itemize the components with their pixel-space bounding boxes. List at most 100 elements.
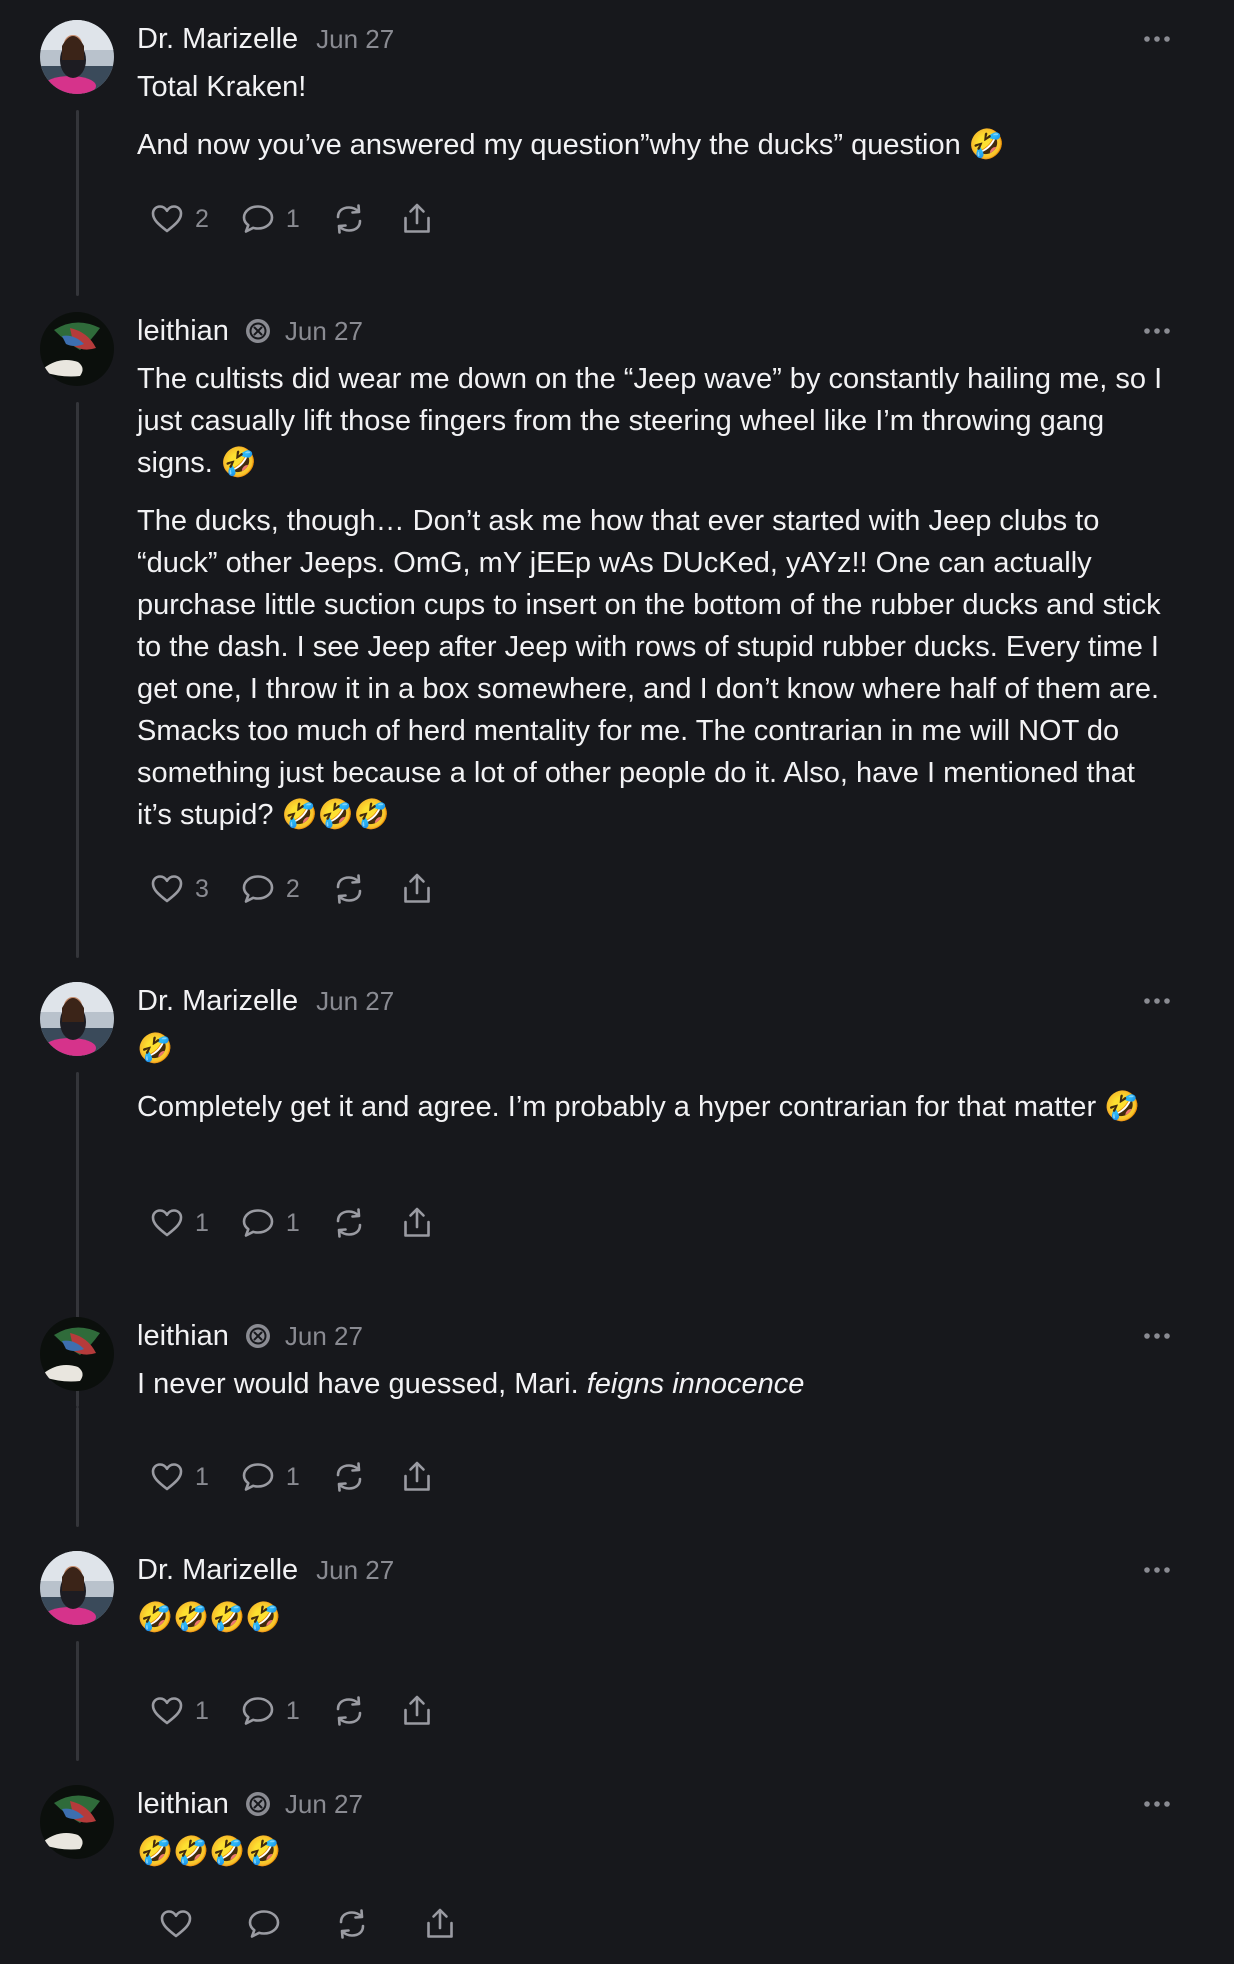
action-bar: 2 1: [148, 197, 466, 241]
more-options-button[interactable]: [1138, 1321, 1176, 1351]
repost-icon: [339, 1909, 365, 1939]
more-options-button[interactable]: [1138, 1789, 1176, 1819]
share-button[interactable]: [398, 1458, 436, 1496]
share-button[interactable]: [421, 1905, 459, 1943]
post-header: leithian Jun 27: [137, 310, 363, 352]
more-dots-icon: [1144, 328, 1170, 334]
share-icon: [404, 203, 430, 233]
reply-button[interactable]: 1: [239, 1204, 300, 1242]
author-name[interactable]: Dr. Marizelle: [137, 985, 298, 1018]
heart-icon: [160, 1910, 192, 1938]
reply-button[interactable]: 2: [239, 870, 300, 908]
comment-icon: [242, 1463, 274, 1491]
avatar-image: [40, 982, 114, 1056]
like-button[interactable]: [157, 1905, 195, 1943]
post-body: 🤣 Completely get it and agree. I’m proba…: [137, 1028, 1177, 1128]
post-text: Total Kraken!: [137, 71, 307, 103]
post-text-plain: I never would have guessed, Mari.: [137, 1368, 587, 1400]
post-header: Dr. Marizelle Jun 27: [137, 1549, 394, 1591]
share-button[interactable]: [398, 1692, 436, 1730]
share-icon: [427, 1908, 453, 1938]
like-count: 1: [195, 1696, 209, 1725]
post-header: leithian Jun 27: [137, 1315, 363, 1357]
heart-icon: [151, 875, 183, 903]
avatar-image: [40, 1785, 114, 1859]
repost-button[interactable]: [330, 200, 368, 238]
like-button[interactable]: 1: [148, 1458, 209, 1496]
avatar-dr-marizelle[interactable]: [40, 1551, 114, 1625]
repost-icon: [336, 1462, 362, 1492]
reply-count: 1: [285, 1462, 300, 1491]
post-header: Dr. Marizelle Jun 27: [137, 980, 394, 1022]
like-button[interactable]: 1: [148, 1692, 209, 1730]
author-name[interactable]: leithian: [137, 1788, 229, 1821]
author-name[interactable]: leithian: [137, 315, 229, 348]
like-button[interactable]: 3: [148, 870, 209, 908]
more-options-button[interactable]: [1138, 316, 1176, 346]
thread-connector: [76, 1641, 79, 1761]
reply-button[interactable]: [245, 1905, 283, 1943]
thread-connector: [76, 1407, 79, 1527]
repost-button[interactable]: [330, 870, 368, 908]
avatar-image: [40, 1317, 114, 1391]
repost-button[interactable]: [330, 1204, 368, 1242]
more-dots-icon: [1144, 998, 1170, 1004]
share-icon: [404, 1461, 430, 1491]
like-button[interactable]: 1: [148, 1204, 209, 1242]
post-date: Jun 27: [284, 315, 363, 346]
like-count: 3: [195, 874, 209, 903]
action-bar: 3 2: [148, 867, 466, 911]
heart-icon: [151, 1697, 183, 1725]
reply-count: 2: [285, 874, 300, 903]
post-5: Dr. Marizelle Jun 27 🤣🤣🤣🤣 1 1: [0, 1531, 1234, 1765]
verified-badge-icon: [245, 319, 270, 343]
more-options-button[interactable]: [1138, 1555, 1176, 1585]
like-button[interactable]: 2: [148, 200, 209, 238]
verified-badge-icon: [245, 1324, 270, 1348]
share-button[interactable]: [398, 870, 436, 908]
avatar-leithian[interactable]: [40, 312, 114, 386]
more-options-button[interactable]: [1138, 986, 1176, 1016]
thread-connector: [76, 402, 79, 958]
action-bar: 1 1: [148, 1689, 466, 1733]
reply-button[interactable]: 1: [239, 1458, 300, 1496]
thread: Dr. Marizelle Jun 27 Total Kraken! And n…: [0, 0, 1234, 1964]
repost-button[interactable]: [330, 1692, 368, 1730]
reply-button[interactable]: 1: [239, 1692, 300, 1730]
action-bar: [157, 1902, 489, 1946]
post-body: 🤣🤣🤣🤣: [137, 1831, 1177, 1873]
post-6: leithian Jun 27 🤣🤣🤣🤣: [0, 1765, 1234, 1964]
post-text: Completely get it and agree. I’m probabl…: [137, 1091, 1141, 1123]
post-text: And now you’ve answered my question”why …: [137, 129, 1005, 161]
author-name[interactable]: Dr. Marizelle: [137, 1554, 298, 1587]
author-name[interactable]: leithian: [137, 1320, 229, 1353]
heart-icon: [151, 205, 183, 233]
share-icon: [404, 1207, 430, 1237]
avatar-leithian[interactable]: [40, 1317, 114, 1391]
share-button[interactable]: [398, 200, 436, 238]
repost-button[interactable]: [330, 1458, 368, 1496]
share-button[interactable]: [398, 1204, 436, 1242]
post-text: 🤣🤣🤣🤣: [137, 1836, 282, 1868]
post-body: I never would have guessed, Mari. feigns…: [137, 1363, 1177, 1405]
more-dots-icon: [1144, 1567, 1170, 1573]
avatar-dr-marizelle[interactable]: [40, 20, 114, 94]
post-date: Jun 27: [284, 1788, 363, 1819]
comment-icon: [248, 1910, 280, 1938]
comment-icon: [242, 205, 274, 233]
comment-icon: [242, 875, 274, 903]
post-body: Total Kraken! And now you’ve answered my…: [137, 66, 1177, 166]
like-count: 1: [195, 1208, 209, 1237]
avatar-image: [40, 312, 114, 386]
more-dots-icon: [1144, 1801, 1170, 1807]
author-name[interactable]: Dr. Marizelle: [137, 23, 298, 56]
reply-count: 1: [285, 1696, 300, 1725]
post-date: Jun 27: [316, 23, 395, 54]
avatar-dr-marizelle[interactable]: [40, 982, 114, 1056]
repost-button[interactable]: [333, 1905, 371, 1943]
reply-button[interactable]: 1: [239, 200, 300, 238]
avatar-leithian[interactable]: [40, 1785, 114, 1859]
more-options-button[interactable]: [1138, 24, 1176, 54]
post-3: Dr. Marizelle Jun 27 🤣 Completely get it…: [0, 962, 1234, 1407]
post-text-italic: feigns innocence: [586, 1368, 805, 1400]
